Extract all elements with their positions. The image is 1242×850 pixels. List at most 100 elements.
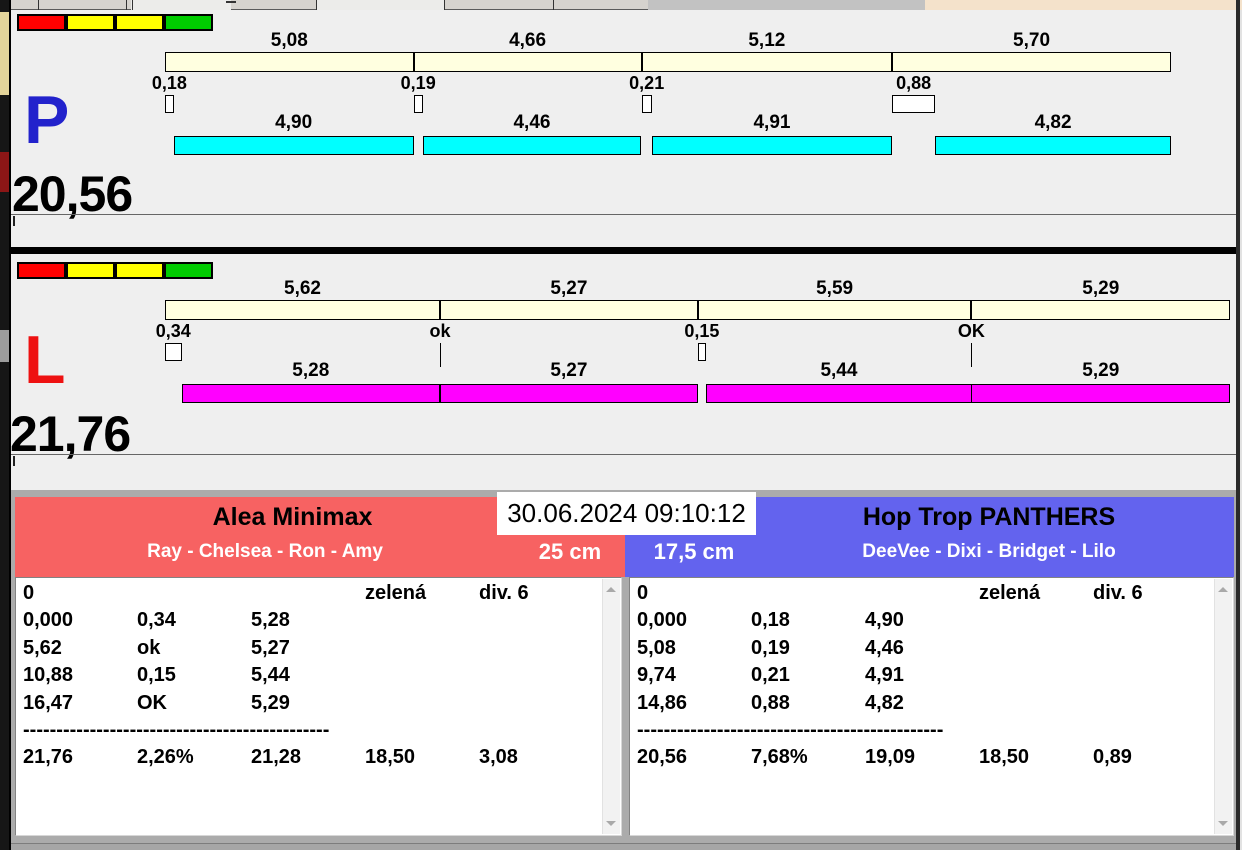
reaction-box: [697, 343, 706, 361]
text-caret: [13, 216, 15, 226]
table-row: 9,74 0,21 4,91: [637, 662, 1213, 689]
split-time-label: 5,62: [284, 278, 321, 299]
jump-height-left: 25 cm: [538, 539, 602, 564]
table-cell: 0,15: [137, 664, 176, 687]
table-totals-row: 21,76 2,26% 21,28 18,50 3,08: [23, 744, 601, 771]
results-text-right[interactable]: 0 zelená div. 6 0,000 0,18 4,90 5,08 0,19 4,46 9,…: [629, 577, 1234, 836]
table-cell: 0,89: [1093, 746, 1132, 769]
results-table-right: 0 zelená div. 6 0,000 0,18 4,90 5,08 0,19 4,46 9,…: [637, 580, 1213, 833]
table-row: 0,000 0,18 4,90: [637, 607, 1213, 634]
run-time-bar: [422, 136, 642, 155]
table-cell: 21,76: [23, 746, 74, 769]
table-cell: 19,09: [865, 746, 916, 769]
table-cell: 5,44: [251, 664, 290, 687]
run-time-bar: [181, 384, 440, 403]
jump-height-right: 17,5 cm: [653, 539, 735, 564]
scrollbar[interactable]: [602, 579, 620, 834]
timestamp-box: 30.06.2024 09:10:12: [497, 492, 756, 535]
lane-letter-l: L: [24, 322, 66, 398]
table-cell: 16,47: [23, 691, 74, 714]
reaction-label: ok: [429, 321, 451, 341]
table-cell: 20,56: [637, 746, 688, 769]
table-cell: 7,68%: [751, 746, 808, 769]
run-time-bar: [173, 136, 414, 155]
lane-divider-line-p: [11, 214, 1236, 215]
table-cell: 18,50: [365, 746, 416, 769]
lane-total-p: 20,56: [12, 166, 133, 222]
run-time-label: 5,44: [820, 360, 858, 381]
table-cell: 3,08: [479, 746, 518, 769]
scroll-down-icon[interactable]: [1218, 819, 1228, 829]
table-separator: ----------------------------------------…: [637, 718, 944, 741]
table-cell: OK: [137, 691, 167, 714]
results-text-left[interactable]: 0 zelená div. 6 0,000 0,34 5,28 5,62 ok 5,27 10,8…: [15, 577, 622, 836]
split-bar-divider: [438, 300, 441, 320]
run-time-label: 4,90: [275, 112, 313, 133]
split-time-label: 5,08: [270, 30, 308, 51]
table-cell: 10,88: [23, 664, 74, 687]
table-cell: 0: [23, 582, 35, 604]
table-cell: 21,28: [251, 746, 302, 769]
reaction-label: 0,18: [151, 73, 187, 93]
scrollbar[interactable]: [1214, 579, 1232, 834]
split-time-label: 5,12: [748, 30, 786, 51]
scroll-down-icon[interactable]: [606, 819, 616, 829]
scroll-up-icon[interactable]: [1218, 584, 1228, 594]
table-cell: 9,74: [637, 664, 676, 687]
split-time-label: 5,59: [816, 278, 854, 299]
table-cell: 0,88: [751, 691, 790, 714]
table-cell: 4,82: [865, 691, 904, 714]
table-row: 0 zelená div. 6: [637, 580, 1213, 607]
traffic-light: [115, 14, 164, 31]
scroll-up-icon[interactable]: [606, 584, 616, 594]
team-name-left: Alea Minimax: [212, 503, 373, 531]
reaction-label: 0,88: [896, 73, 932, 93]
table-totals-row: 20,56 7,68% 19,09 18,50 0,89: [637, 744, 1213, 771]
table-cell: 0,34: [137, 609, 176, 632]
reaction-label: 0,19: [400, 73, 436, 93]
table-cell: 5,29: [251, 691, 290, 714]
table-cell: 0,21: [751, 664, 790, 687]
run-time-label: 4,91: [753, 112, 791, 133]
table-cell: 0,19: [751, 636, 790, 659]
traffic-light: [66, 262, 115, 279]
split-time-label: 4,66: [509, 30, 547, 51]
team-members-right: DeeVee - Dixi - Bridget - Lilo: [862, 541, 1116, 562]
flyball-timing-window: 5,08 0,18 4,90 4,66 0,19 4,46 5,12 0,21 4,91 5,70…: [0, 0, 1242, 850]
split-bar-divider: [891, 52, 894, 72]
table-cell: 4,46: [865, 636, 904, 659]
table-cell: 18,50: [979, 746, 1030, 769]
table-row: 0 zelená div. 6: [23, 580, 601, 607]
run-time-bar: [439, 384, 698, 403]
reaction-label: 0,21: [629, 73, 665, 93]
text-caret: [13, 456, 15, 466]
table-cell: zelená: [979, 582, 1041, 604]
run-time-bar: [971, 384, 1231, 403]
reaction-box: [641, 95, 652, 113]
run-time-label: 4,46: [513, 112, 551, 133]
reaction-box: [165, 95, 174, 113]
table-cell: 2,26%: [137, 746, 194, 769]
reaction-label: 0,34: [155, 321, 191, 341]
reaction-label: OK: [957, 321, 985, 341]
table-row: 16,47 OK 5,29: [23, 690, 601, 717]
table-cell: zelená: [365, 582, 427, 604]
table-separator: ----------------------------------------…: [23, 718, 330, 741]
reaction-box: [413, 95, 423, 113]
split-bar-divider: [970, 300, 973, 320]
table-row: 10,88 0,15 5,44: [23, 662, 601, 689]
table-cell: 5,27: [251, 636, 290, 659]
table-cell: 0,000: [637, 609, 688, 632]
run-time-bar: [935, 136, 1171, 155]
table-cell: 5,62: [23, 636, 62, 659]
traffic-light: [17, 14, 66, 31]
split-time-label: 5,70: [1013, 30, 1051, 51]
reaction-box: [892, 95, 936, 113]
run-time-bar: [651, 136, 893, 155]
run-time-label: 5,29: [1082, 360, 1120, 381]
lane-total-l: 21,76: [10, 406, 131, 462]
table-cell: ok: [137, 636, 161, 659]
table-cell: 0,18: [751, 609, 790, 632]
split-bar-divider: [640, 52, 643, 72]
timing-bars-layer: 5,08 0,18 4,90 4,66 0,19 4,46 5,12 0,21 4,91 5,70…: [0, 0, 1242, 490]
